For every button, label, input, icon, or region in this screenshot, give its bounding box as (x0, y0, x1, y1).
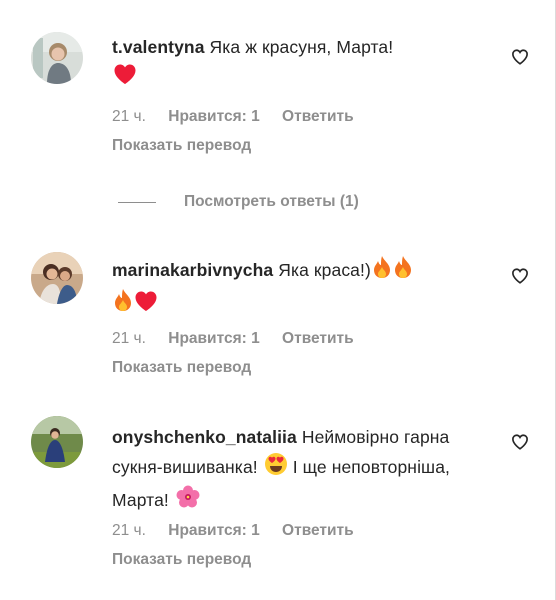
divider-line (118, 201, 156, 203)
comment-meta: 21 ч. Нравится: 1 Ответить (112, 330, 372, 348)
comment-text: Яка ж красуня, Марта! (209, 37, 394, 57)
heart-eyes-icon (264, 452, 288, 485)
like-heart-icon[interactable] (511, 267, 529, 285)
fire-icon (372, 255, 392, 288)
comment-text: Яка краса!) (278, 260, 371, 280)
show-translation-button[interactable]: Показать перевод (112, 359, 251, 377)
show-translation-button[interactable]: Показать перевод (112, 551, 251, 569)
show-translation-button[interactable]: Показать перевод (112, 137, 251, 155)
comment-body: onyshchenko_nataliia Неймовірно гарна сук… (112, 423, 502, 518)
reply-button[interactable]: Ответить (282, 330, 354, 347)
red-heart-icon (134, 290, 158, 321)
like-heart-icon[interactable] (511, 433, 529, 451)
like-heart-icon[interactable] (511, 48, 529, 66)
comment-likes[interactable]: Нравится: 1 (168, 522, 259, 539)
view-replies-label[interactable]: Посмотреть ответы (1) (184, 193, 359, 211)
comment-username[interactable]: marinakarbivnycha (112, 260, 273, 280)
comment-username[interactable]: onyshchenko_nataliia (112, 427, 297, 447)
avatar[interactable] (31, 32, 83, 84)
comment-username[interactable]: t.valentyna (112, 37, 205, 57)
comment-likes[interactable]: Нравится: 1 (168, 330, 259, 347)
avatar[interactable] (31, 252, 83, 304)
comment-body: marinakarbivnycha Яка краса!) (112, 255, 492, 321)
avatar[interactable] (31, 416, 83, 468)
red-heart-icon (113, 63, 137, 94)
comment-time[interactable]: 21 ч. (112, 108, 146, 125)
reply-button[interactable]: Ответить (282, 108, 354, 125)
comment-meta: 21 ч. Нравится: 1 Ответить (112, 522, 372, 540)
reply-button[interactable]: Ответить (282, 522, 354, 539)
fire-icon (393, 255, 413, 288)
comment-time[interactable]: 21 ч. (112, 522, 146, 539)
comment-likes[interactable]: Нравится: 1 (168, 108, 259, 125)
fire-icon (113, 288, 133, 321)
comment-body: t.valentyna Яка ж красуня, Марта! (112, 33, 492, 94)
comment-time[interactable]: 21 ч. (112, 330, 146, 347)
view-replies-button[interactable]: Посмотреть ответы (1) (118, 192, 359, 212)
hibiscus-icon (175, 485, 201, 518)
comment-meta: 21 ч. Нравится: 1 Ответить (112, 108, 372, 126)
